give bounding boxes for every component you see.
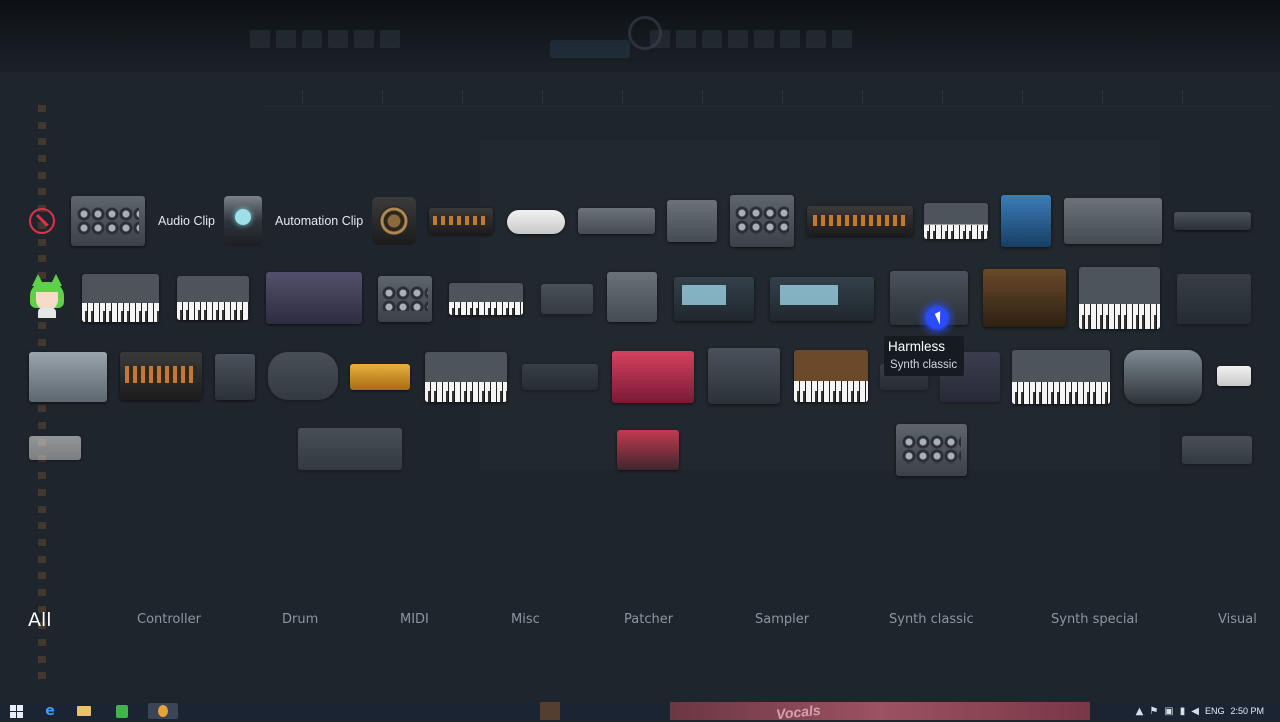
system-tray: ▲ ⚑ ▣ ▮ ◀ ENG 2:50 PM [1136, 702, 1280, 720]
plugin-thumbnail[interactable] [612, 351, 694, 403]
category-visual[interactable]: Visual [1218, 612, 1257, 627]
plugin-thumbnail[interactable] [1064, 198, 1162, 244]
fl-mascot-icon[interactable] [28, 274, 66, 318]
plugin-thumbnail[interactable] [770, 277, 874, 321]
no-plugin-icon[interactable] [29, 208, 55, 234]
plugin-thumbnail[interactable] [1182, 436, 1252, 464]
tray-volume-icon[interactable]: ◀ [1191, 706, 1199, 717]
tooltip-subtitle: Synth classic [890, 359, 958, 371]
tray-network-icon[interactable]: ▮ [1180, 706, 1186, 717]
plugin-thumbnail[interactable] [1174, 212, 1251, 230]
app-icon[interactable] [114, 703, 130, 719]
plugin-thumbnail[interactable] [674, 277, 754, 321]
category-patcher[interactable]: Patcher [624, 612, 673, 627]
plugin-thumbnail[interactable] [708, 348, 780, 404]
automation-clip-label[interactable]: Automation Clip [275, 214, 363, 228]
plugin-thumbnail[interactable] [82, 274, 159, 322]
plugin-thumbnail[interactable] [449, 283, 523, 315]
plugin-thumbnail[interactable] [983, 269, 1066, 327]
plugin-thumbnail[interactable] [1124, 350, 1202, 404]
plugin-thumbnail[interactable] [1177, 274, 1251, 324]
taskbar-preview [670, 702, 1090, 720]
plugin-thumbnail[interactable] [730, 195, 794, 247]
plugin-thumbnail[interactable] [1012, 350, 1110, 404]
plugin-thumbnail[interactable] [507, 210, 565, 234]
plugin-thumbnail[interactable] [29, 436, 81, 460]
plugin-thumbnail[interactable] [298, 428, 402, 470]
plugin-thumbnail[interactable] [667, 200, 717, 242]
plugin-thumbnail[interactable] [372, 197, 416, 245]
plugin-thumbnail[interactable] [578, 208, 655, 234]
windows-taskbar: Vocals e ▲ ⚑ ▣ ▮ ◀ ENG 2:50 PM [0, 702, 1280, 722]
plugin-thumbnail[interactable] [71, 196, 145, 246]
plugin-thumbnail[interactable] [807, 206, 913, 236]
category-midi[interactable]: MIDI [400, 612, 429, 627]
plugin-thumbnail[interactable] [794, 350, 868, 402]
language-indicator[interactable]: ENG [1205, 706, 1225, 716]
category-bar: All Controller Drum MIDI Misc Patcher Sa… [0, 609, 1280, 636]
audio-clip-label[interactable]: Audio Clip [158, 214, 215, 228]
plugin-thumbnail[interactable] [522, 364, 598, 390]
category-misc[interactable]: Misc [511, 612, 540, 627]
clock[interactable]: 2:50 PM [1230, 706, 1264, 716]
plugin-thumbnail[interactable] [350, 364, 410, 390]
category-synth-classic[interactable]: Synth classic [889, 612, 974, 627]
category-sampler[interactable]: Sampler [755, 612, 809, 627]
category-all[interactable]: All [28, 609, 52, 631]
automation-clip-icon[interactable] [224, 196, 262, 246]
category-drum[interactable]: Drum [282, 612, 318, 627]
plugin-thumbnail[interactable] [177, 276, 249, 320]
plugin-thumbnail[interactable] [541, 284, 593, 314]
tray-app-icon[interactable]: ▣ [1164, 706, 1173, 717]
category-controller[interactable]: Controller [137, 612, 201, 627]
plugin-thumbnail[interactable] [607, 272, 657, 322]
plugin-thumbnail[interactable] [617, 430, 679, 470]
internet-explorer-icon[interactable]: e [42, 703, 58, 719]
plugin-thumbnail[interactable] [120, 352, 202, 400]
plugin-thumbnail[interactable] [1001, 195, 1051, 247]
plugin-thumbnail[interactable] [266, 272, 362, 324]
plugin-thumbnail[interactable] [924, 203, 988, 239]
plugin-thumbnail[interactable] [378, 276, 432, 322]
plugin-tooltip: Harmless Synth classic [884, 336, 964, 376]
plugin-thumbnail[interactable] [29, 352, 107, 402]
plugin-thumbnail[interactable] [425, 352, 507, 402]
tray-flag-icon[interactable]: ⚑ [1149, 706, 1158, 717]
plugin-thumbnail[interactable] [1079, 267, 1160, 329]
plugin-thumbnail[interactable] [215, 354, 255, 400]
file-explorer-icon[interactable] [76, 703, 92, 719]
tray-arrow-icon[interactable]: ▲ [1136, 706, 1144, 717]
taskbar-preview [540, 702, 560, 720]
fl-studio-icon[interactable] [148, 703, 178, 719]
mouse-cursor-icon [917, 298, 957, 338]
plugin-thumbnail[interactable] [896, 424, 967, 476]
tooltip-title: Harmless [888, 339, 946, 354]
plugin-thumbnail[interactable] [268, 352, 338, 400]
windows-start-icon[interactable] [8, 703, 24, 719]
category-synth-special[interactable]: Synth special [1051, 612, 1138, 627]
plugin-thumbnail[interactable] [429, 208, 493, 234]
plugin-thumbnail[interactable] [1217, 366, 1251, 386]
